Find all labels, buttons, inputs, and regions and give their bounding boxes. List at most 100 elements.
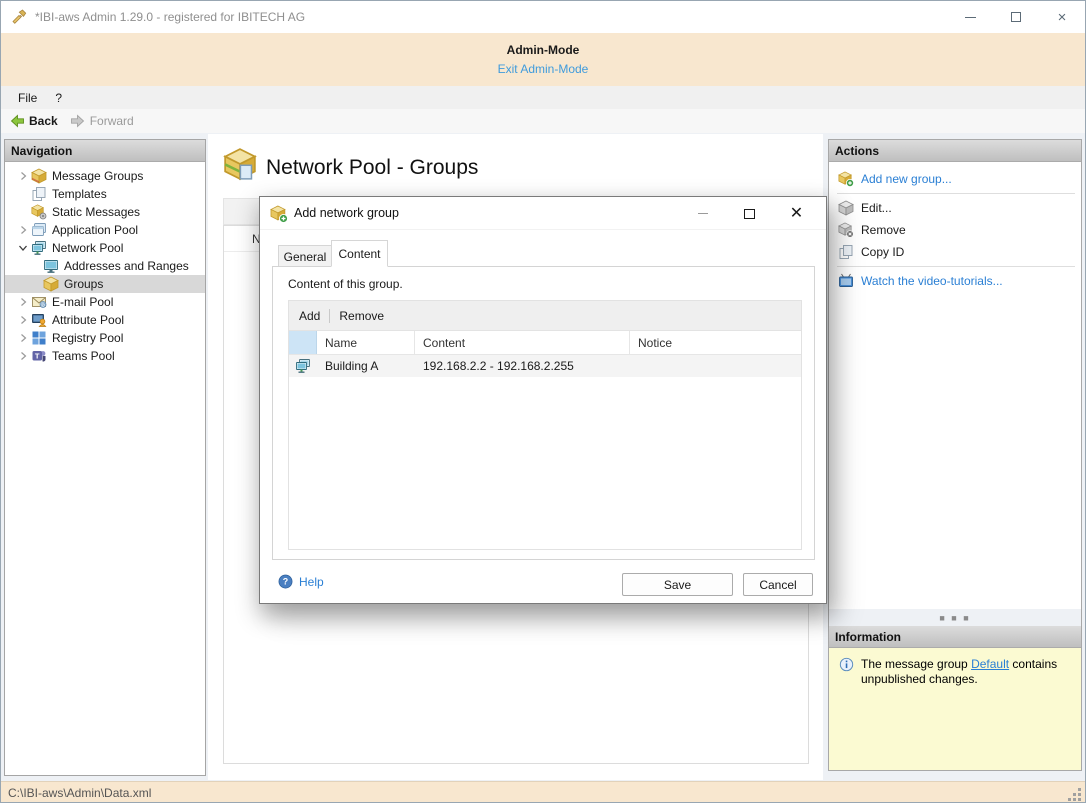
table-row[interactable]: Building A 192.168.2.2 - 192.168.2.255 — [289, 355, 801, 377]
admin-mode-banner: Admin-Mode Exit Admin-Mode — [1, 33, 1085, 86]
name-column-header[interactable]: Name — [317, 331, 415, 354]
navigation-header: Navigation — [5, 140, 205, 162]
menu-bar: File ? — [1, 86, 1085, 109]
chevron-right-icon[interactable] — [15, 313, 31, 327]
app-icon — [11, 9, 27, 25]
back-label: Back — [29, 114, 58, 128]
add-group-icon — [838, 171, 854, 187]
row-name-cell: Building A — [325, 359, 379, 373]
minimize-button[interactable] — [947, 1, 993, 33]
nav-item-teams-pool[interactable]: T Teams Pool — [5, 347, 205, 365]
chevron-down-icon[interactable] — [15, 241, 31, 255]
video-tutorials-icon — [838, 273, 854, 289]
application-pool-icon — [31, 222, 47, 238]
chevron-right-icon[interactable] — [15, 169, 31, 183]
dialog-maximize-button[interactable] — [726, 197, 773, 230]
network-range-icon — [295, 358, 311, 374]
exit-admin-mode-link[interactable]: Exit Admin-Mode — [1, 62, 1085, 76]
forward-arrow-icon — [70, 113, 86, 129]
action-remove[interactable]: Remove — [829, 219, 1081, 241]
actions-header: Actions — [829, 140, 1081, 162]
tab-content[interactable]: Content — [331, 240, 388, 267]
dialog-description: Content of this group. — [288, 277, 403, 291]
chevron-right-icon[interactable] — [15, 331, 31, 345]
svg-text:?: ? — [283, 577, 288, 587]
nav-item-addresses-and-ranges[interactable]: Addresses and Ranges — [5, 257, 205, 275]
nav-item-registry-pool[interactable]: Registry Pool — [5, 329, 205, 347]
default-message-group-link[interactable]: Default — [971, 657, 1009, 671]
app-window: *IBI-aws Admin 1.29.0 - registered for I… — [0, 0, 1086, 803]
info-icon — [839, 657, 855, 673]
static-messages-icon — [31, 204, 47, 220]
content-column-header[interactable]: Content — [415, 331, 630, 354]
nav-item-groups[interactable]: Groups — [5, 275, 205, 293]
network-pool-icon — [31, 240, 47, 256]
nav-item-static-messages[interactable]: Static Messages — [5, 203, 205, 221]
notice-column-header[interactable]: Notice — [630, 331, 801, 354]
action-edit[interactable]: Edit... — [829, 197, 1081, 219]
save-button[interactable]: Save — [622, 573, 733, 596]
svg-text:@: @ — [40, 302, 46, 308]
dialog-title: Add network group — [294, 206, 399, 220]
templates-icon — [31, 186, 47, 202]
action-copy-id[interactable]: Copy ID — [829, 241, 1081, 263]
addresses-and-ranges-icon — [43, 258, 59, 274]
right-sidebar: Actions Add new group... Edit... Remove — [828, 139, 1082, 771]
menu-file[interactable]: File — [9, 88, 46, 108]
add-button[interactable]: Add — [299, 309, 320, 323]
svg-text:T: T — [35, 352, 40, 361]
copy-id-icon — [838, 244, 854, 260]
back-button[interactable]: Back — [7, 111, 64, 131]
close-button[interactable]: × — [1039, 1, 1085, 33]
navigation-toolbar: Back Forward — [1, 109, 1085, 133]
add-network-group-dialog: Add network group ✕ General Content Cont… — [259, 196, 827, 604]
registry-pool-icon — [31, 330, 47, 346]
information-message: The message group Default contains unpub… — [861, 657, 1058, 686]
menu-help[interactable]: ? — [46, 88, 71, 108]
maximize-button[interactable] — [993, 1, 1039, 33]
actions-separator — [837, 193, 1075, 194]
nav-item-templates[interactable]: Templates — [5, 185, 205, 203]
window-title: *IBI-aws Admin 1.29.0 - registered for I… — [35, 10, 306, 24]
add-network-group-icon — [270, 205, 288, 223]
action-watch-video-tutorials[interactable]: Watch the video-tutorials... — [829, 270, 1081, 292]
nav-item-application-pool[interactable]: Application Pool — [5, 221, 205, 239]
forward-button[interactable]: Forward — [68, 111, 140, 131]
dialog-close-button[interactable]: ✕ — [773, 197, 820, 230]
resize-grip[interactable] — [1068, 787, 1082, 801]
panel-splitter[interactable]: ■ ■ ■ — [829, 609, 1081, 626]
tab-general[interactable]: General — [278, 245, 332, 267]
group-content-table: Add Remove Name Content Notice Building … — [288, 300, 802, 550]
groups-icon — [43, 276, 59, 292]
title-bar: *IBI-aws Admin 1.29.0 - registered for I… — [1, 1, 1085, 33]
teams-pool-icon: T — [31, 348, 47, 364]
help-link[interactable]: ? Help — [278, 574, 324, 590]
nav-item-email-pool[interactable]: @ E-mail Pool — [5, 293, 205, 311]
data-file-path: C:\IBI-aws\Admin\Data.xml — [8, 786, 152, 800]
chevron-right-icon[interactable] — [15, 349, 31, 363]
cancel-button[interactable]: Cancel — [743, 573, 813, 596]
chevron-right-icon[interactable] — [15, 295, 31, 309]
back-arrow-icon — [9, 113, 25, 129]
row-content-cell: 192.168.2.2 - 192.168.2.255 — [423, 359, 574, 373]
remove-group-icon — [838, 222, 854, 238]
actions-separator — [837, 266, 1075, 267]
information-panel: The message group Default contains unpub… — [829, 648, 1081, 770]
selector-column-header[interactable] — [289, 331, 317, 354]
nav-item-network-pool[interactable]: Network Pool — [5, 239, 205, 257]
actions-list: Add new group... Edit... Remove Copy ID — [829, 162, 1081, 609]
nav-item-attribute-pool[interactable]: Attribute Pool — [5, 311, 205, 329]
dialog-title-bar[interactable]: Add network group ✕ — [260, 197, 826, 230]
navigation-panel: Navigation Message Groups Templates Stat… — [4, 139, 206, 776]
nav-item-message-groups[interactable]: Message Groups — [5, 167, 205, 185]
dialog-minimize-button[interactable] — [679, 197, 726, 230]
edit-group-icon — [838, 200, 854, 216]
navigation-tree: Message Groups Templates Static Messages — [5, 162, 205, 365]
admin-mode-title: Admin-Mode — [506, 43, 580, 57]
information-header: Information — [829, 626, 1081, 648]
table-header-row: Name Content Notice — [289, 331, 801, 355]
chevron-right-icon[interactable] — [15, 223, 31, 237]
action-add-new-group[interactable]: Add new group... — [829, 168, 1081, 190]
remove-button[interactable]: Remove — [339, 309, 384, 323]
forward-label: Forward — [89, 114, 134, 128]
